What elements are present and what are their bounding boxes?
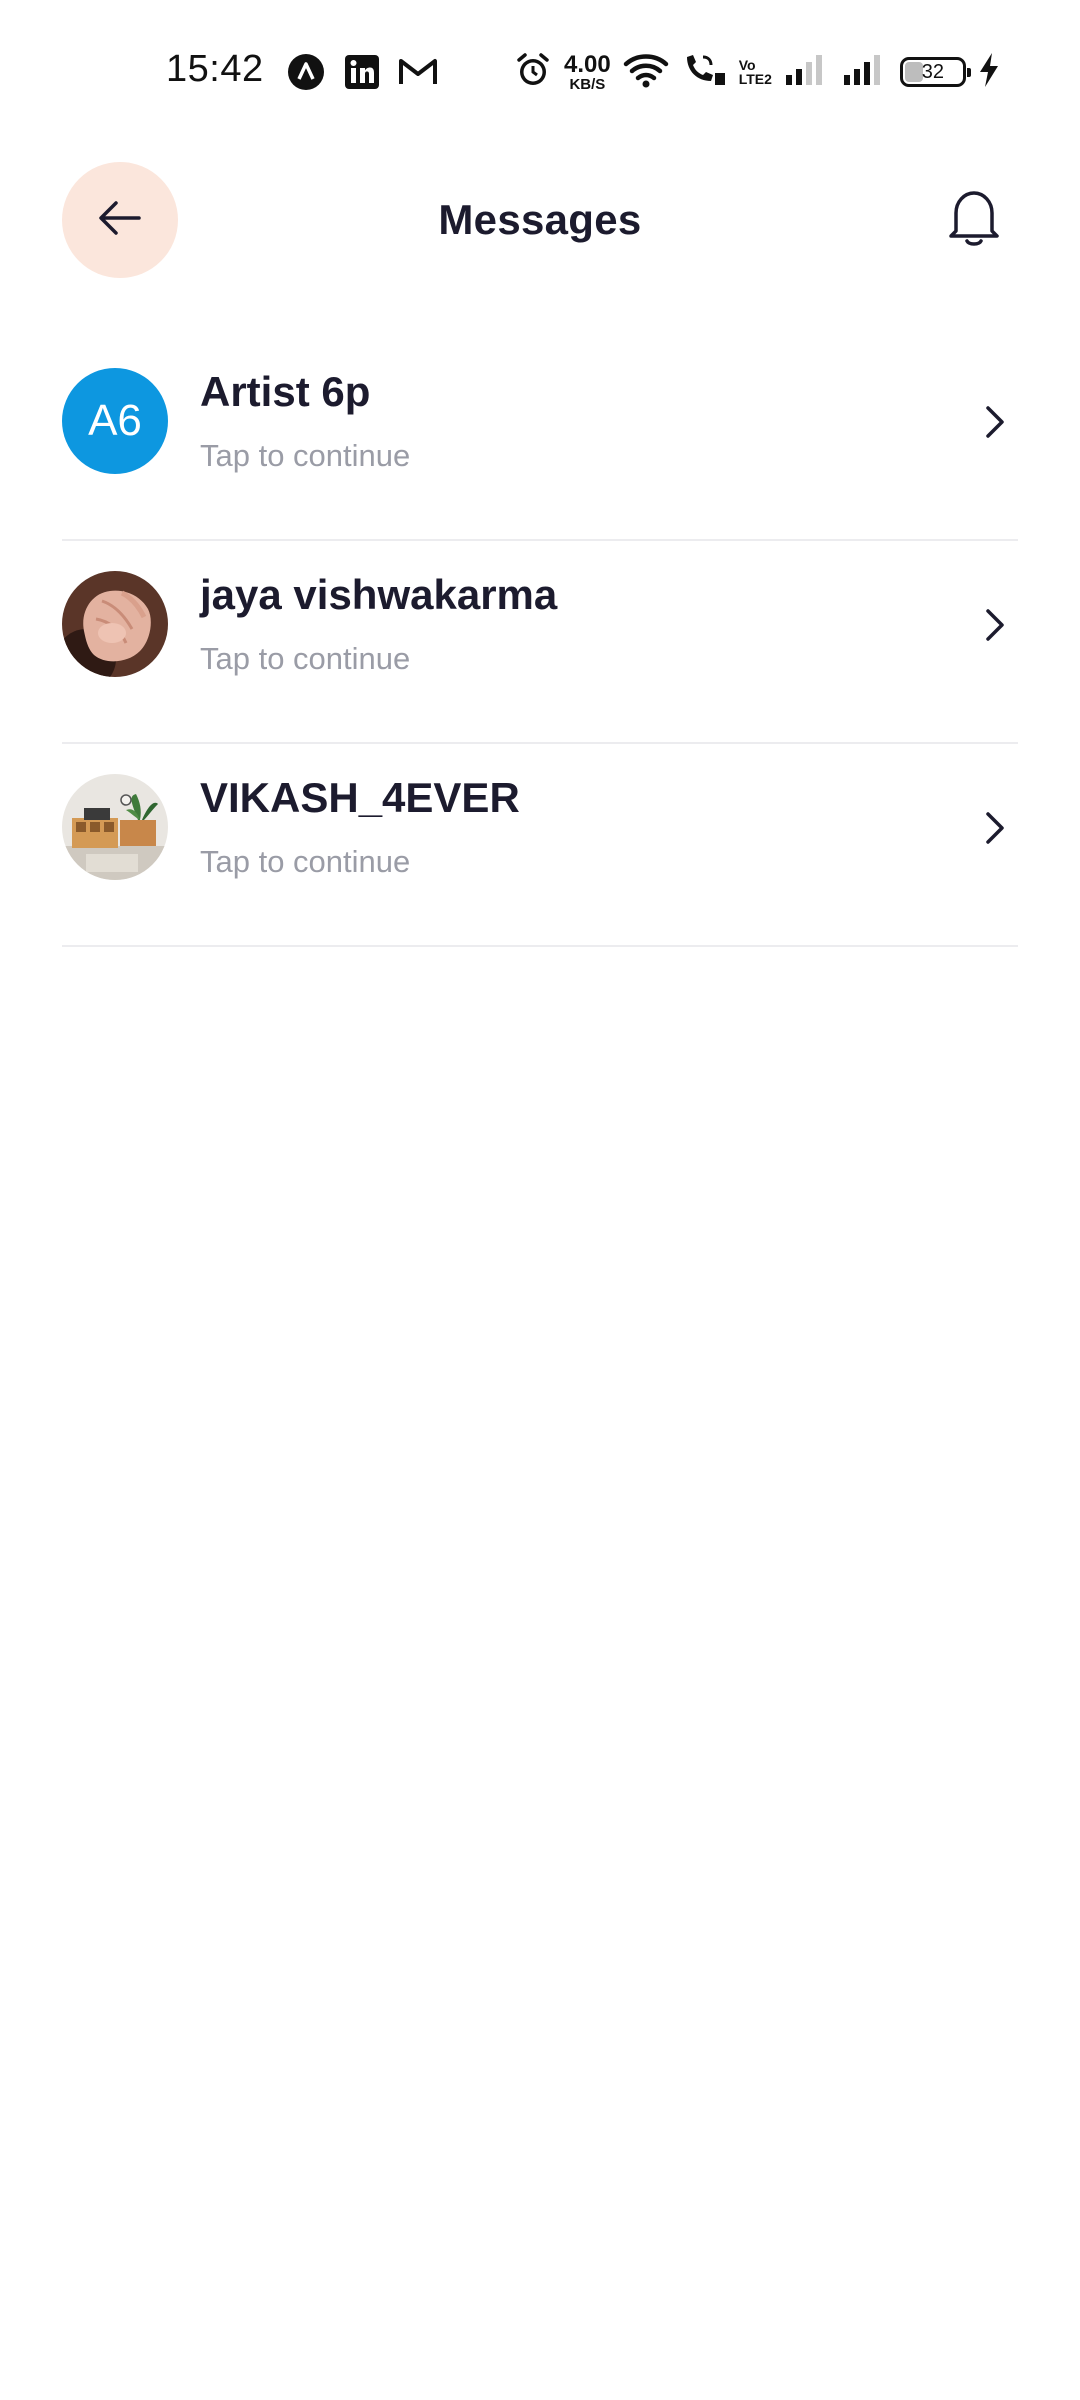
page-title: Messages [438,196,642,243]
signal-2-icon [842,53,888,92]
app-header: Messages [0,140,1080,300]
system-icons: 4.00 KB/S Vo LTE2 32 [514,48,1000,96]
battery-level: 32 [921,60,945,83]
volte-indicator: Vo LTE2 [739,58,772,86]
network-speed: 4.00 KB/S [564,50,611,93]
charging-icon [978,52,1000,93]
speed-unit: KB/S [569,75,606,93]
status-bar: 15:42 4.00 KB/S Vo LTE2 32 [0,0,1080,140]
conversation-name: jaya vishwakarma [200,571,558,618]
bell-icon [946,187,1002,254]
room-photo-image [62,774,168,880]
speed-value: 4.00 [564,50,611,78]
chevron-right-icon [974,808,1014,848]
conversation-subtitle: Tap to continue [200,641,411,676]
chevron-right-icon [974,402,1014,442]
conversation-row[interactable]: A6 Artist 6p Tap to continue [62,338,1018,541]
avatar [62,571,168,677]
chevron-right-icon [974,605,1014,645]
alarm-icon [514,51,552,94]
app-a-icon [286,52,326,92]
conversation-subtitle: Tap to continue [200,844,411,879]
conversation-name: VIKASH_4EVER [200,774,520,821]
notifications-button[interactable] [940,186,1008,254]
status-time: 15:42 [166,48,264,90]
volte-bottom: LTE2 [738,71,772,87]
volte-top: Vo [738,57,756,73]
hand-photo-image [62,571,168,677]
avatar [62,774,168,880]
wifi-calling-icon [681,51,727,94]
conversation-name: Artist 6p [200,368,371,415]
linkedin-icon [342,52,382,92]
conversation-row[interactable]: VIKASH_4EVER Tap to continue [62,744,1018,947]
conversation-list: A6 Artist 6p Tap to continue jaya vishwa… [62,338,1018,947]
battery-icon: 32 [899,57,971,87]
avatar: A6 [62,368,168,474]
gmail-icon [398,52,438,92]
wifi-icon [623,51,669,94]
notification-icons [286,52,438,92]
signal-1-icon [784,53,830,92]
conversation-row[interactable]: jaya vishwakarma Tap to continue [62,541,1018,744]
conversation-subtitle: Tap to continue [200,438,411,473]
avatar-initials: A6 [88,396,142,445]
